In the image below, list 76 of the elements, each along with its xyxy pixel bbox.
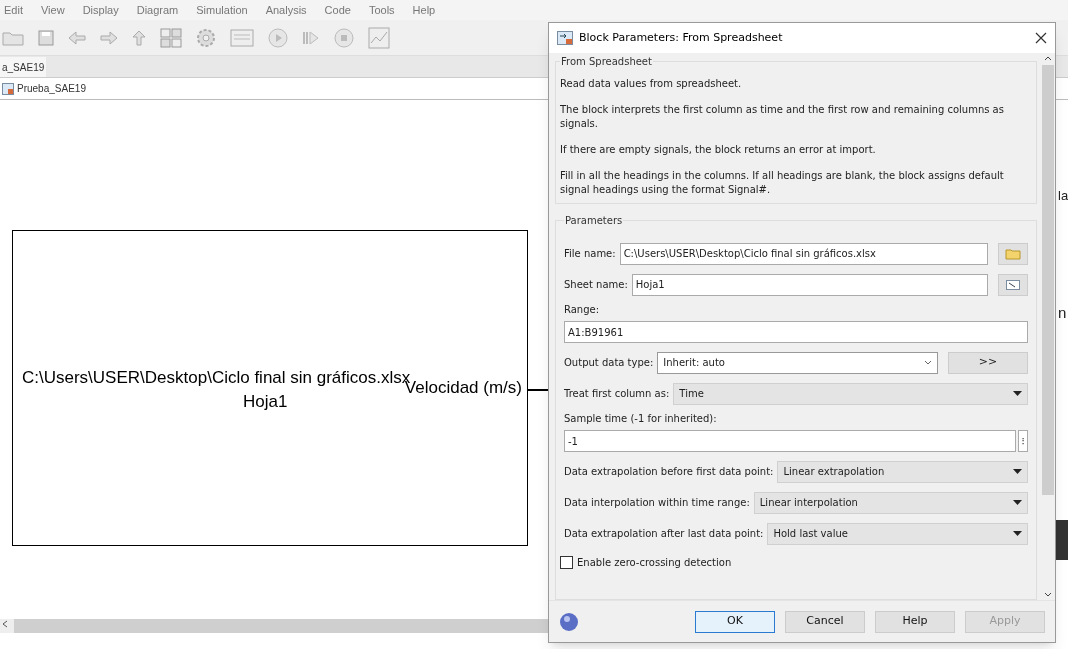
- description-text: If there are empty signals, the block returns an error at import.: [560, 143, 877, 157]
- forward-arrow-icon[interactable]: [100, 30, 118, 45]
- dialog-button[interactable]: OK: [695, 610, 775, 633]
- field-label: Data interpolation within time range:: [564, 496, 750, 510]
- folder-icon[interactable]: [2, 29, 24, 46]
- partial-label: n: [1058, 303, 1067, 323]
- help-icon[interactable]: [559, 611, 579, 632]
- caret-icon: [1013, 499, 1022, 506]
- text-field[interactable]: A1:B91961: [564, 321, 1028, 343]
- caret-icon: [1013, 468, 1022, 475]
- menu-item[interactable]: Diagram: [136, 1, 179, 19]
- chevron-icon: [924, 360, 932, 365]
- field-label: Data extrapolation after last data point:: [564, 527, 764, 541]
- field-label: Range:: [564, 303, 601, 317]
- dark-panel: [1056, 520, 1068, 560]
- dropdown[interactable]: Time: [673, 382, 1028, 405]
- save-icon[interactable]: [38, 29, 54, 46]
- field-label: Output data type:: [564, 356, 654, 370]
- window-title: Block Parameters: From Spreadsheet: [579, 29, 784, 46]
- field-label: Data extrapolation before first data point:: [564, 465, 774, 479]
- description-text: Fill in all the headings in the columns. If all headings are blank, the block assigns default signal headings using the format Signal#.: [560, 169, 1005, 197]
- text-field[interactable]: Hoja1: [631, 273, 988, 296]
- model-icon: [2, 82, 14, 95]
- caret-icon: [1013, 390, 1022, 397]
- panel-icon[interactable]: [230, 28, 254, 47]
- breadcrumb-link[interactable]: Prueba_SAE19: [17, 81, 86, 96]
- dialog-button[interactable]: Cancel: [785, 610, 865, 633]
- description-text: Read data values from spreadsheet.: [560, 77, 743, 91]
- spreadsheet-icon: [1006, 279, 1020, 290]
- horizontal-scrollbar[interactable]: [0, 619, 548, 633]
- checkbox[interactable]: [560, 555, 573, 569]
- play-icon[interactable]: [268, 27, 288, 48]
- close-icon[interactable]: [1035, 32, 1047, 44]
- menu-item[interactable]: Display: [82, 1, 119, 19]
- sheet-button[interactable]: [998, 273, 1028, 296]
- partial-label: la: [1058, 188, 1068, 203]
- dialog-button[interactable]: Help: [875, 610, 955, 633]
- field-label: Treat first column as:: [564, 387, 670, 401]
- checkbox-label: Enable zero-crossing detection: [577, 555, 732, 570]
- signal-line: [528, 389, 550, 391]
- combo-box[interactable]: Inherit: auto: [657, 351, 938, 374]
- scroll-left-icon[interactable]: [0, 619, 14, 633]
- description-text: The block interprets the first column as time and the first row and remaining columns as signals.: [560, 103, 1005, 131]
- stop-icon[interactable]: [334, 27, 354, 48]
- caret-icon: [1013, 530, 1022, 537]
- block-icon: [557, 31, 573, 45]
- field-label: Sample time (-1 for inherited):: [564, 412, 718, 426]
- menu-item[interactable]: Edit: [4, 1, 23, 19]
- browse-button[interactable]: [998, 242, 1028, 265]
- back-arrow-icon[interactable]: [68, 30, 86, 45]
- dropdown[interactable]: Hold last value: [767, 522, 1028, 545]
- spreadsheet-block[interactable]: [12, 230, 528, 546]
- scrollbar-thumb[interactable]: [1042, 65, 1054, 495]
- menu-item[interactable]: Simulation: [196, 1, 248, 19]
- step-forward-icon[interactable]: [302, 28, 320, 47]
- library-icon[interactable]: [160, 27, 182, 48]
- expand-button[interactable]: >>: [948, 351, 1028, 374]
- menu-item[interactable]: Help: [412, 1, 436, 19]
- menu-item[interactable]: View: [40, 1, 65, 19]
- field-label: File name:: [564, 247, 616, 261]
- menu-item[interactable]: Analysis: [265, 1, 307, 19]
- options-button[interactable]: ⁝: [1018, 430, 1028, 452]
- scope-icon[interactable]: [368, 26, 390, 49]
- dropdown[interactable]: Linear interpolation: [753, 491, 1028, 514]
- dropdown[interactable]: Linear extrapolation: [777, 460, 1028, 483]
- block-sheet-name: Hoja1: [243, 392, 288, 412]
- text-field[interactable]: C:\Users\USER\Desktop\Ciclo final sin gráficos.xlsx: [619, 242, 988, 265]
- folder-icon: [1005, 247, 1021, 260]
- text-field[interactable]: -1: [564, 430, 1016, 452]
- model-tab[interactable]: a_SAE19: [0, 57, 47, 77]
- up-arrow-icon[interactable]: [132, 29, 146, 46]
- menu-item[interactable]: Code: [324, 1, 351, 19]
- menu-item[interactable]: Tools: [368, 1, 395, 19]
- section-heading: From Spreadsheet: [560, 54, 653, 69]
- gear-icon[interactable]: [196, 27, 216, 48]
- field-label: Sheet name:: [564, 278, 628, 292]
